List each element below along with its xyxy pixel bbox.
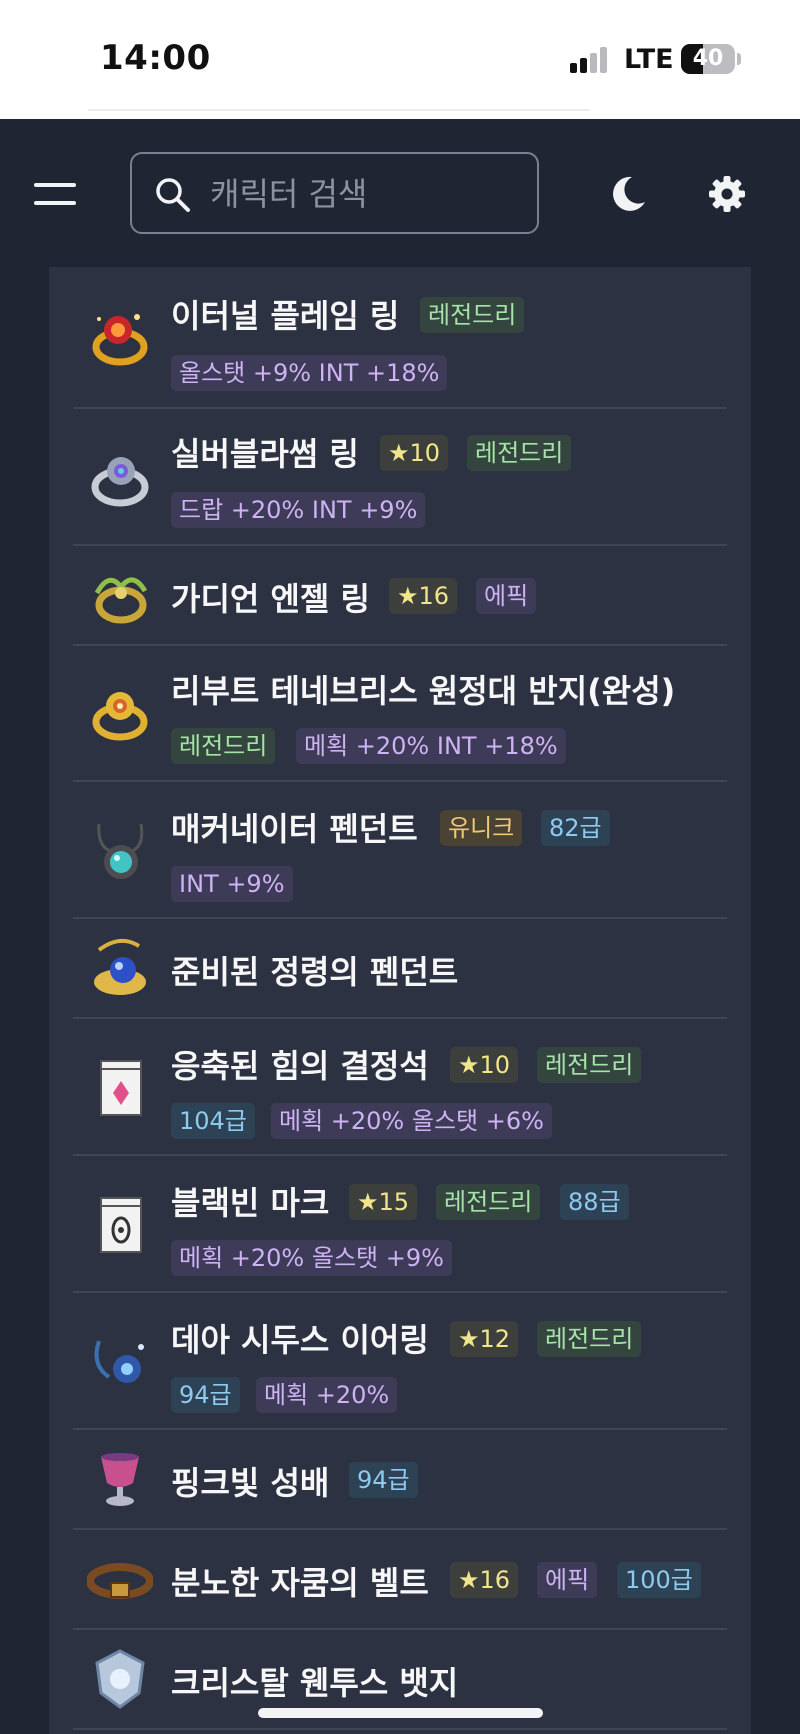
battery-icon: 40 [681, 44, 735, 74]
status-time: 14:00 [100, 38, 211, 78]
status-bar: 14:00 LTE 40 [0, 0, 800, 119]
list-item[interactable]: 실버블라썸 링 ★10 레전드리 드랍 +20% INT +9% [73, 409, 727, 546]
search-icon [156, 178, 190, 212]
grade-badge: 레전드리 [171, 728, 276, 764]
level-badge: 100급 [617, 1562, 701, 1598]
star-badge: ★10 [450, 1047, 519, 1083]
badge-icon [95, 1649, 145, 1709]
app-header [0, 119, 800, 267]
search-input[interactable] [210, 166, 510, 222]
stat-badge: 메획 +20% INT +18% [296, 728, 566, 764]
star-badge: ★15 [349, 1184, 418, 1220]
list-item[interactable]: 핑크빛 성배 94급 [73, 1430, 727, 1530]
flame-ring-icon [92, 314, 148, 366]
item-name: 데아 시두스 이어링 [171, 1321, 429, 1359]
angel-ring-icon [94, 577, 148, 624]
grade-badge: 에픽 [537, 1562, 598, 1598]
signal-icon [570, 47, 610, 73]
grade-badge: 유니크 [440, 810, 523, 846]
list-item[interactable]: 준비된 정령의 펜던트 [73, 919, 727, 1019]
grade-badge: 레전드리 [537, 1321, 642, 1357]
belt-icon [87, 1563, 153, 1599]
item-name: 블랙빈 마크 [171, 1184, 330, 1222]
stat-badge: 메획 +20% 올스탯 +9% [171, 1240, 452, 1276]
stat-badge: 메획 +20% 올스탯 +6% [271, 1103, 552, 1139]
chalice-icon [101, 1453, 139, 1506]
spirit-pendant-icon [94, 938, 146, 995]
item-name: 가디언 엔젤 링 [171, 580, 370, 618]
star-badge: ★16 [450, 1562, 519, 1598]
battery-level: 40 [692, 46, 724, 71]
silver-ring-icon [91, 457, 149, 507]
equipment-list: 이터널 플레임 링 레전드리 올스탯 +9% INT +18% 실버블라썸 링 … [49, 267, 751, 1734]
tenebris-ring-icon [92, 692, 148, 741]
list-item[interactable]: 블랙빈 마크 ★15 레전드리 88급 메획 +20% 올스탯 +9% [73, 1156, 727, 1293]
star-count: 12 [479, 1325, 511, 1353]
search-box[interactable] [130, 152, 539, 234]
list-item[interactable]: 이터널 플레임 링 레전드리 올스탯 +9% INT +18% [73, 267, 727, 409]
item-name: 매커네이터 펜던트 [171, 810, 418, 848]
item-name: 리부트 테네브리스 원정대 반지(완성) [171, 672, 676, 710]
star-badge: ★16 [389, 578, 458, 614]
menu-icon[interactable] [34, 181, 78, 209]
item-name: 응축된 힘의 결정석 [171, 1047, 429, 1085]
item-name: 크리스탈 웬투스 뱃지 [171, 1664, 459, 1702]
star-badge: ★12 [450, 1321, 519, 1357]
item-name: 핑크빛 성배 [171, 1464, 330, 1502]
level-badge: 94급 [171, 1377, 240, 1413]
list-item[interactable]: 데아 시두스 이어링 ★12 레전드리 94급 메획 +20% [73, 1293, 727, 1430]
pendant-icon [97, 823, 144, 879]
star-count: 16 [418, 582, 450, 610]
level-badge: 104급 [171, 1103, 255, 1139]
list-item[interactable]: 응축된 힘의 결정석 ★10 레전드리 104급 메획 +20% 올스탯 +6% [73, 1019, 727, 1156]
status-divider [88, 109, 590, 111]
grade-badge: 레전드리 [537, 1047, 642, 1083]
level-badge: 88급 [560, 1184, 629, 1220]
item-name: 이터널 플레임 링 [171, 297, 400, 335]
item-name: 실버블라썸 링 [171, 435, 359, 473]
grade-badge: 레전드리 [420, 297, 525, 333]
stat-badge: 올스탯 +9% INT +18% [171, 355, 448, 391]
level-badge: 82급 [541, 810, 610, 846]
stat-badge: 드랍 +20% INT +9% [171, 492, 426, 528]
level-badge: 94급 [349, 1462, 418, 1498]
black-bean-mark-icon [100, 1197, 142, 1253]
star-badge: ★10 [380, 435, 449, 471]
grade-badge: 레전드리 [436, 1184, 541, 1220]
moon-icon[interactable] [608, 174, 648, 214]
grade-badge: 에픽 [476, 578, 537, 614]
earring-icon [94, 1340, 144, 1383]
list-item[interactable]: 가디언 엔젤 링 ★16 에픽 [73, 546, 727, 646]
stat-badge: 메획 +20% [256, 1377, 398, 1413]
list-item[interactable]: 분노한 자쿰의 벨트 ★16 에픽 100급 [73, 1530, 727, 1630]
grade-badge: 레전드리 [467, 435, 572, 471]
star-count: 10 [479, 1051, 511, 1079]
star-count: 15 [378, 1188, 410, 1216]
network-label: LTE [624, 44, 674, 75]
star-count: 10 [409, 439, 441, 467]
item-name: 분노한 자쿰의 벨트 [171, 1564, 429, 1602]
item-name: 준비된 정령의 펜던트 [171, 953, 459, 991]
star-count: 16 [479, 1566, 511, 1594]
battery-cap [737, 53, 741, 65]
list-item[interactable]: 리부트 테네브리스 원정대 반지(완성) 레전드리 메획 +20% INT +1… [73, 646, 727, 782]
crystal-stone-icon [100, 1060, 142, 1116]
list-item[interactable]: 매커네이터 펜던트 유니크 82급 INT +9% [73, 782, 727, 919]
gear-icon[interactable] [708, 175, 746, 213]
stat-badge: INT +9% [171, 866, 293, 902]
home-indicator[interactable] [258, 1708, 543, 1718]
